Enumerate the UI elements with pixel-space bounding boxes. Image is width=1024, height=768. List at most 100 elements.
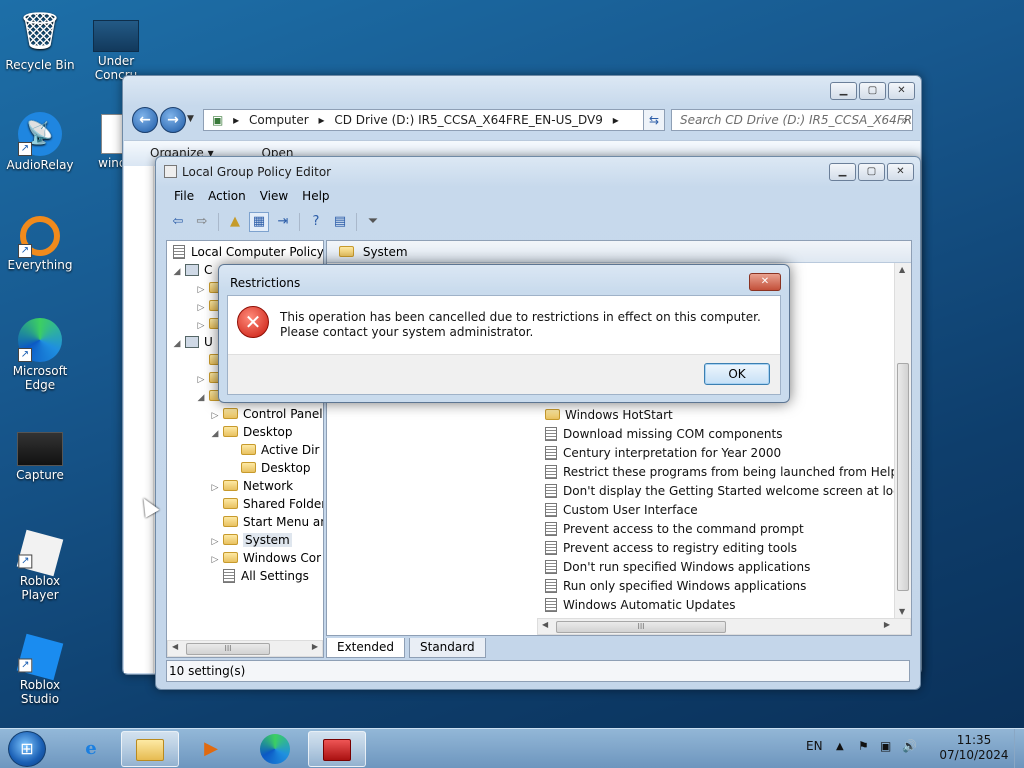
tree-item-label: System [243,533,292,547]
tree-item-all-settings[interactable]: All Settings [209,567,309,585]
gpedit-toolbar: ⇦ ⇨ ▲ ▦ ⇥ ? ▤ ⏷ [162,209,914,235]
ok-button[interactable]: OK [704,363,770,385]
volume-icon[interactable]: 🔊 [902,739,917,753]
tree-root[interactable]: Local Computer Policy [171,243,323,261]
properties-icon[interactable]: ▤ [330,212,350,232]
list-horizontal-scrollbar[interactable]: ◀ III ▶ [537,618,911,635]
user-icon [185,335,199,348]
breadcrumb-computer[interactable]: Computer [249,113,309,127]
dialog-title: Restrictions [230,276,301,290]
tree-item-active-dir[interactable]: Active Dir [227,441,319,459]
list-item[interactable]: Century interpretation for Year 2000 [543,444,781,463]
desktop-icon-roblox-studio[interactable]: ↗ Roblox Studio [0,632,80,706]
up-folder-icon[interactable]: ▲ [225,212,245,232]
list-item[interactable]: Windows HotStart [543,406,673,425]
clock[interactable]: 11:35 07/10/2024 [934,733,1014,763]
tree-computer-config[interactable]: ◢ C [171,261,213,279]
forward-button[interactable]: → [160,107,186,133]
scroll-thumb[interactable] [897,363,909,591]
roblox-player-icon: ↗ [16,529,64,577]
computer-icon [185,263,199,276]
desktop-icon-everything[interactable]: ↗ Everything [0,216,80,272]
export-list-icon[interactable]: ⇥ [273,212,293,232]
refresh-button[interactable]: ⇆ [643,109,665,131]
tab-standard[interactable]: Standard [409,638,486,658]
start-button[interactable]: ⊞ [8,731,46,767]
help-icon[interactable]: ? [306,212,326,232]
folder-icon [223,480,238,491]
close-button[interactable]: ✕ [887,163,914,181]
policy-setting-icon [545,521,557,536]
taskbar-edge[interactable] [246,731,304,767]
action-center-flag-icon[interactable]: ⚑ [858,739,869,753]
desktop-icon-audiorelay[interactable]: 📡 ↗ AudioRelay [0,112,80,172]
tree-item-system[interactable]: ▷ System [209,531,292,549]
folder-icon [223,498,238,509]
dialog-close-button[interactable]: ✕ [749,273,781,291]
tab-extended[interactable]: Extended [326,638,405,658]
back-arrow-icon[interactable]: ⇦ [168,212,188,232]
tree-item-label: Desktop [261,461,311,475]
error-icon: ✕ [237,306,269,338]
language-indicator[interactable]: EN [806,739,823,753]
menu-view[interactable]: View [260,185,288,207]
tree-horizontal-scrollbar[interactable]: ◀ III ▶ [167,640,323,657]
menu-file[interactable]: File [174,185,194,207]
recent-pages-dropdown[interactable]: ▼ [187,114,194,124]
maximize-button[interactable]: ▢ [858,163,885,181]
tree-item-start-menu-an[interactable]: Start Menu an [209,513,324,531]
taskbar-file-explorer[interactable] [121,731,179,767]
list-item[interactable]: Windows Automatic Updates [543,596,735,615]
close-button[interactable]: ✕ [888,82,915,100]
filter-icon[interactable]: ⏷ [363,212,383,232]
list-item[interactable]: Prevent access to registry editing tools [543,539,797,558]
show-hidden-icons[interactable]: ▲ [836,741,844,752]
desktop-icon-roblox-player[interactable]: ↗ Roblox Player [0,528,80,602]
scroll-thumb[interactable]: III [186,643,270,655]
scroll-thumb[interactable]: III [556,621,726,633]
tree-item-desktop[interactable]: Desktop [227,459,311,477]
tree-item-label: Start Menu an [243,515,324,529]
tree-item-desktop[interactable]: ◢ Desktop [209,423,293,441]
list-item[interactable]: Prevent access to the command prompt [543,520,804,539]
tree-item-control-panel[interactable]: ▷ Control Panel [209,405,323,423]
list-vertical-scrollbar[interactable]: ▲ ▼ [894,263,911,618]
taskbar-internet-explorer[interactable]: e [62,731,120,767]
forward-arrow-icon[interactable]: ⇨ [192,212,212,232]
list-item[interactable]: Don't display the Getting Started welcom… [543,482,911,501]
folder-icon [223,534,238,545]
folder-icon [241,462,256,473]
menu-help[interactable]: Help [302,185,329,207]
list-item[interactable]: Restrict these programs from being launc… [543,463,898,482]
back-button[interactable]: ← [132,107,158,133]
desktop-icon-capture[interactable]: Capture [0,432,80,482]
tree-item-network[interactable]: ▷ Network [209,477,294,495]
tree-item-label: Control Panel [243,407,323,421]
list-item[interactable]: Custom User Interface [543,501,698,520]
list-item[interactable]: Download missing COM components [543,425,783,444]
breadcrumb-cd-drive[interactable]: CD Drive (D:) IR5_CCSA_X64FRE_EN-US_DV9 [334,113,603,127]
list-item[interactable]: Run only specified Windows applications [543,577,806,596]
minimize-button[interactable]: ▁ [829,163,856,181]
maximize-button[interactable]: ▢ [859,82,886,100]
show-hide-tree-icon[interactable]: ▦ [249,212,269,232]
show-desktop-button[interactable] [1014,729,1024,768]
search-input[interactable]: Search CD Drive (D:) IR5_CCSA_X64FR... ⌕ [671,109,913,131]
taskbar-media-player[interactable]: ▶ [182,731,240,767]
network-icon[interactable]: ▣ [880,739,891,753]
tree-item-label: Active Dir [261,443,320,457]
tree-item-windows-cor[interactable]: ▷ Windows Cor [209,549,322,567]
desktop-icon-microsoft-edge[interactable]: ↗ Microsoft Edge [0,318,80,392]
minimize-button[interactable]: ▁ [830,82,857,100]
tree-user-config[interactable]: ◢ U [171,333,213,351]
desktop-icon-under-concru[interactable]: Under Concru [76,20,156,82]
list-item[interactable]: Don't run specified Windows applications [543,558,810,577]
desktop-icon-recycle-bin[interactable]: 🗑 Recycle Bin [0,8,80,72]
address-bar[interactable]: ▣ ▸ Computer ▸ CD Drive (D:) IR5_CCSA_X6… [203,109,665,131]
dialog-body: ✕ This operation has been cancelled due … [227,295,781,395]
tree-item-label: Windows Cor [243,551,322,565]
edge-icon [260,734,290,764]
tree-item-shared-folder[interactable]: Shared Folder [209,495,323,513]
menu-action[interactable]: Action [208,185,246,207]
taskbar-gpedit[interactable] [308,731,366,767]
